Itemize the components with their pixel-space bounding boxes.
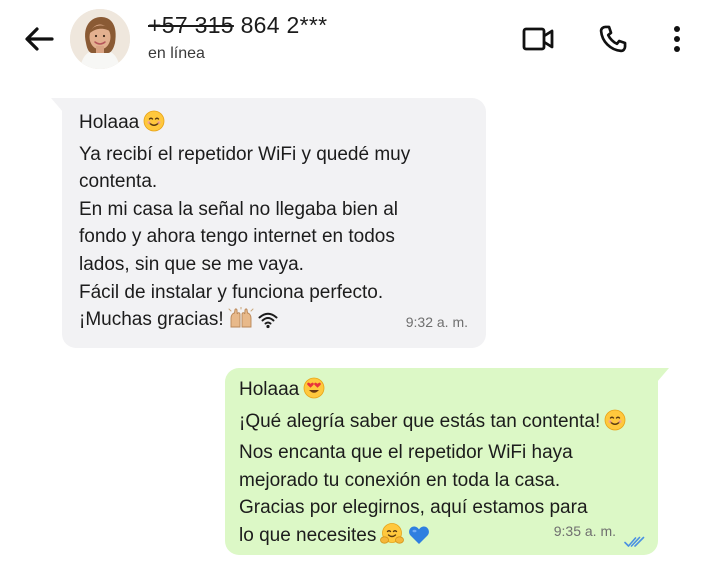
raising-hands-emoji (228, 306, 254, 338)
message-line: ¡Qué alegría saber que estás tan content… (239, 410, 601, 432)
online-status: en línea (148, 45, 205, 62)
blue-heart-emoji (408, 525, 430, 554)
message-line: En mi casa la señal no llegaba bien al (79, 198, 398, 220)
message-line: Ya recibí el repetidor WiFi y quedé muy (79, 143, 411, 165)
message-timestamp: 9:32 a. m. (405, 314, 468, 331)
message-line: Holaaa (79, 112, 140, 133)
message-line: Fácil de instalar y funciona perfecto. (79, 281, 384, 303)
message-timestamp: 9:35 a. m. (553, 523, 616, 540)
heart-eyes-emoji (303, 377, 325, 408)
back-arrow-icon[interactable] (22, 24, 56, 54)
message-line: Nos encanta que el repetidor WiFi haya (239, 442, 573, 464)
message-text: Holaaa Ya recibí el repetidor WiFi y que… (79, 109, 410, 338)
message-line: ¡Muchas gracias! (79, 309, 224, 331)
contact-info[interactable]: +57 315 864 2*** en línea (148, 12, 327, 63)
incoming-message[interactable]: Holaaa Ya recibí el repetidor WiFi y que… (51, 98, 486, 348)
bubble-tail (51, 98, 63, 112)
wifi-icon (258, 310, 278, 338)
phone-prefix-struck: +57 315 (148, 12, 234, 38)
chat-header: +57 315 864 2*** en línea (0, 0, 720, 82)
message-line: lo que necesites (239, 524, 377, 546)
bubble-tail (657, 368, 669, 382)
video-camera-icon[interactable] (520, 22, 558, 56)
phone-rest: 864 2*** (233, 12, 328, 38)
avatar[interactable] (70, 9, 130, 69)
smiling-face-emoji (604, 409, 626, 440)
outgoing-message[interactable]: Holaaa ¡Qué alegría saber que estás tan … (225, 368, 669, 555)
contact-phone: +57 315 864 2*** (148, 12, 327, 39)
message-line: lados, sin que se me vaya. (79, 253, 304, 275)
message-line: mejorado tu conexión en toda la casa. (239, 469, 561, 491)
message-line: Holaaa (239, 379, 300, 400)
smiling-face-emoji (143, 110, 165, 141)
double-check-read-icon (624, 530, 646, 547)
message-line: fondo y ahora tengo internet en todos (79, 226, 395, 248)
phone-icon[interactable] (596, 22, 630, 56)
more-vert-icon[interactable] (666, 22, 688, 56)
hugging-face-emoji (380, 523, 405, 554)
message-line: contenta. (79, 171, 158, 193)
